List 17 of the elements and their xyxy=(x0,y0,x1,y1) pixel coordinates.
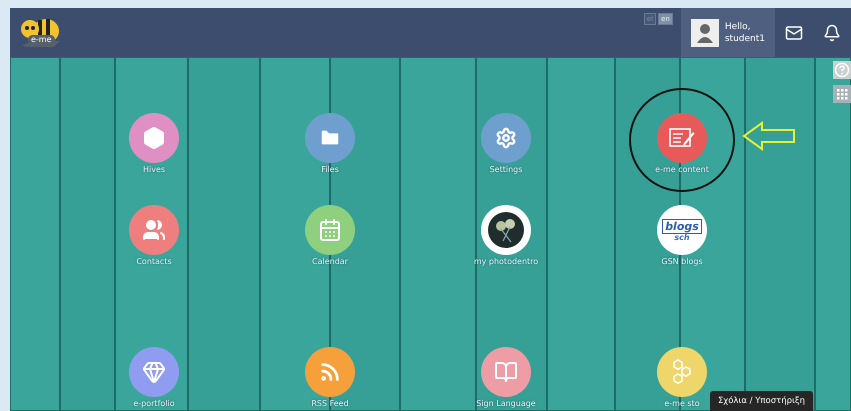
app-label: Settings xyxy=(490,165,522,174)
blogs-logo-text: sch xyxy=(674,234,690,242)
logo-text: e-me xyxy=(28,35,55,44)
app-label: Calendar xyxy=(312,257,348,266)
user-greeting: Hello, student1 xyxy=(724,20,765,44)
app-label: e-me content xyxy=(655,165,709,174)
app-label: RSS Feed xyxy=(311,399,349,408)
app-label: Files xyxy=(321,165,339,174)
app-label: e-me sto xyxy=(664,399,700,408)
app-label: my photodentro xyxy=(474,257,538,266)
app-label: Hives xyxy=(142,165,166,174)
app-label: Contacts xyxy=(136,257,172,266)
blogs-logo-text: blogs xyxy=(662,218,702,234)
feedback-tooltip: Σχόλια / Υποστήριξη xyxy=(710,391,813,411)
app-label: Sign Language xyxy=(476,399,536,408)
app-label: GSN blogs xyxy=(661,257,703,266)
app-label: e-portfolio xyxy=(133,399,175,408)
